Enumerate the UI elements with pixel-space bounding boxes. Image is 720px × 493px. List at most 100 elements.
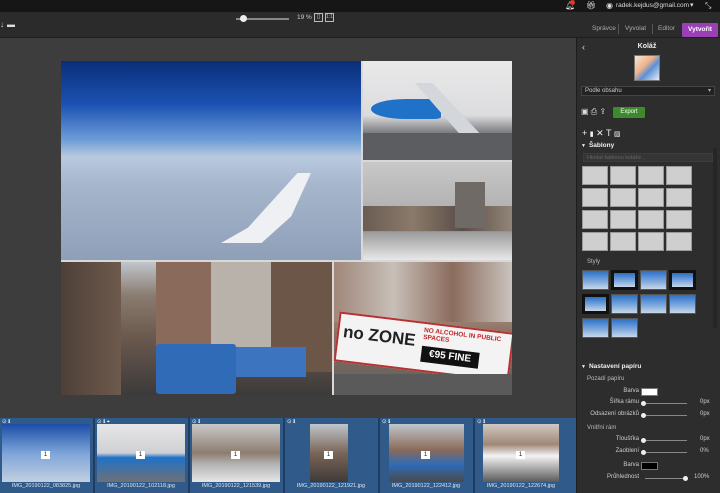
template-thumb[interactable] xyxy=(610,210,636,229)
rounding-knob[interactable] xyxy=(641,450,646,455)
canvas-area[interactable]: no ZONE NO ALCOHOL IN PUBLIC SPACES €95 … xyxy=(0,38,576,418)
panel-scrollbar[interactable] xyxy=(713,148,717,328)
template-thumb[interactable] xyxy=(610,232,636,251)
action-icons: ▣ ⎙ ⇪ xyxy=(581,107,606,117)
transparency-value: 100% xyxy=(694,474,710,480)
style-swatch[interactable] xyxy=(640,294,667,314)
collage-canvas[interactable]: no ZONE NO ALCOHOL IN PUBLIC SPACES €95 … xyxy=(61,61,512,395)
add-icon[interactable]: + xyxy=(582,128,587,138)
print-icon[interactable]: ⎙ xyxy=(591,107,597,116)
template-thumb[interactable] xyxy=(666,188,692,207)
tab-vyvolat[interactable]: Vyvolat xyxy=(625,23,646,35)
template-thumb[interactable] xyxy=(666,232,692,251)
templates-section-header[interactable]: ▼ Šablony xyxy=(577,140,717,151)
image-icon[interactable]: ▨ xyxy=(614,131,621,138)
zoom-percent: 19 % xyxy=(297,14,312,21)
style-swatch[interactable] xyxy=(582,270,609,290)
save-icon[interactable]: ▣ xyxy=(581,107,589,116)
back-icon[interactable]: ↓ xyxy=(0,20,4,29)
thumb-filename: IMG_20190122_121921.jpg xyxy=(296,483,366,489)
thumb-count-badge: 1 xyxy=(136,451,145,459)
export-button[interactable]: Export xyxy=(613,107,645,118)
frame-width-knob[interactable] xyxy=(641,401,646,406)
template-thumb[interactable] xyxy=(638,210,664,229)
style-swatch[interactable] xyxy=(611,294,638,314)
collage-photo-klm-plane[interactable] xyxy=(363,61,512,160)
frame-width-slider[interactable] xyxy=(645,403,687,404)
tab-spravce[interactable]: Správce xyxy=(592,23,616,35)
style-swatch[interactable] xyxy=(611,270,638,290)
toolbar-left-icons: ↓ ▬ xyxy=(0,20,18,29)
style-swatch[interactable] xyxy=(611,318,638,338)
panel-title: Koláž xyxy=(637,43,657,50)
thumb-count-badge: 1 xyxy=(41,451,50,459)
template-thumb[interactable] xyxy=(582,166,608,185)
tab-separator xyxy=(652,24,653,34)
collage-photo-street[interactable] xyxy=(61,262,332,395)
template-thumb[interactable] xyxy=(666,210,692,229)
transparency-slider[interactable] xyxy=(645,478,687,479)
style-swatch[interactable] xyxy=(582,294,609,314)
thickness-slider[interactable] xyxy=(645,440,687,441)
rounding-label: Zaoblení xyxy=(615,448,639,454)
paper-bg-label: Pozadí papíru xyxy=(587,376,625,382)
style-swatch[interactable] xyxy=(669,294,696,314)
filmstrip-separator xyxy=(473,418,475,493)
share-icon[interactable]: ⇪ xyxy=(599,107,606,116)
rounding-slider[interactable] xyxy=(645,452,687,453)
notification-badge xyxy=(570,0,575,5)
text-icon[interactable]: T xyxy=(606,128,611,138)
template-thumb[interactable] xyxy=(638,166,664,185)
zoom-slider-knob[interactable] xyxy=(240,15,247,22)
thumb-filename: IMG_20190122_121539.jpg xyxy=(201,483,271,489)
user-icon[interactable]: ◉ xyxy=(606,1,613,10)
tab-editor[interactable]: Editor xyxy=(658,23,675,35)
template-thumb[interactable] xyxy=(610,188,636,207)
rounding-value: 0% xyxy=(700,448,709,454)
transparency-label: Průhlednost xyxy=(606,474,639,480)
zoom-full-button[interactable]: 1:1 xyxy=(325,13,334,22)
inner-frame-label: Vnitřní rám xyxy=(587,425,617,431)
collage-preview-thumb[interactable] xyxy=(634,55,660,81)
chevron-down-icon: ▾ xyxy=(707,88,711,94)
style-swatch[interactable] xyxy=(582,318,609,338)
template-thumb[interactable] xyxy=(638,232,664,251)
collage-photo-no-alcohol-banner[interactable]: no ZONE NO ALCOHOL IN PUBLIC SPACES €95 … xyxy=(334,262,512,395)
thumb-filename: IMG_20190122_122674.jpg xyxy=(486,483,556,489)
collage-photo-airplane-wing[interactable] xyxy=(61,61,361,260)
frame-width-value: 0px xyxy=(700,399,710,405)
banner-zone-text: no ZONE xyxy=(342,322,417,350)
template-thumb[interactable] xyxy=(582,232,608,251)
style-swatch[interactable] xyxy=(669,270,696,290)
style-swatch[interactable] xyxy=(640,270,667,290)
template-thumb[interactable] xyxy=(610,166,636,185)
thumb-count-badge: 1 xyxy=(324,451,333,459)
template-thumb[interactable] xyxy=(582,188,608,207)
tab-vytvorit[interactable]: Vytvořit xyxy=(682,23,718,37)
photo-gap-knob[interactable] xyxy=(641,413,646,418)
layout-select[interactable]: Podle obsahu ▾ xyxy=(581,86,715,96)
photo-gap-slider[interactable] xyxy=(645,415,687,416)
template-search-input[interactable]: Hledat šablonu koláže... xyxy=(583,153,713,162)
filmstrip-separator xyxy=(283,418,285,493)
template-thumb[interactable] xyxy=(666,166,692,185)
collage-photo-canal-houses[interactable] xyxy=(363,162,512,260)
chevron-down-icon[interactable]: ▾ xyxy=(690,1,694,10)
paper-color-swatch[interactable] xyxy=(641,388,658,396)
zoom-fit-button[interactable]: [] xyxy=(314,13,323,22)
template-thumb[interactable] xyxy=(638,188,664,207)
inner-color-swatch[interactable] xyxy=(641,462,658,470)
thumb-icons: ⊙ ℹ xyxy=(287,419,296,425)
folder-icon[interactable]: ▬ xyxy=(7,20,15,29)
collapse-triangle-icon: ▼ xyxy=(581,364,586,370)
thickness-knob[interactable] xyxy=(641,438,646,443)
paper-section-header[interactable]: ▼ Nastavení papíru xyxy=(577,361,717,372)
add-folder-icon[interactable]: ▮ xyxy=(590,131,594,138)
template-thumb[interactable] xyxy=(582,210,608,229)
gift-icon[interactable]: 🎁︎ xyxy=(586,1,596,10)
account-email[interactable]: radek.kejdus@gmail.com xyxy=(616,1,689,10)
delete-icon[interactable]: ✕ xyxy=(596,128,604,138)
thumb-count-badge: 1 xyxy=(421,451,430,459)
transparency-knob[interactable] xyxy=(683,476,688,481)
corner-expand-icon[interactable]: ⤡ xyxy=(705,1,711,10)
